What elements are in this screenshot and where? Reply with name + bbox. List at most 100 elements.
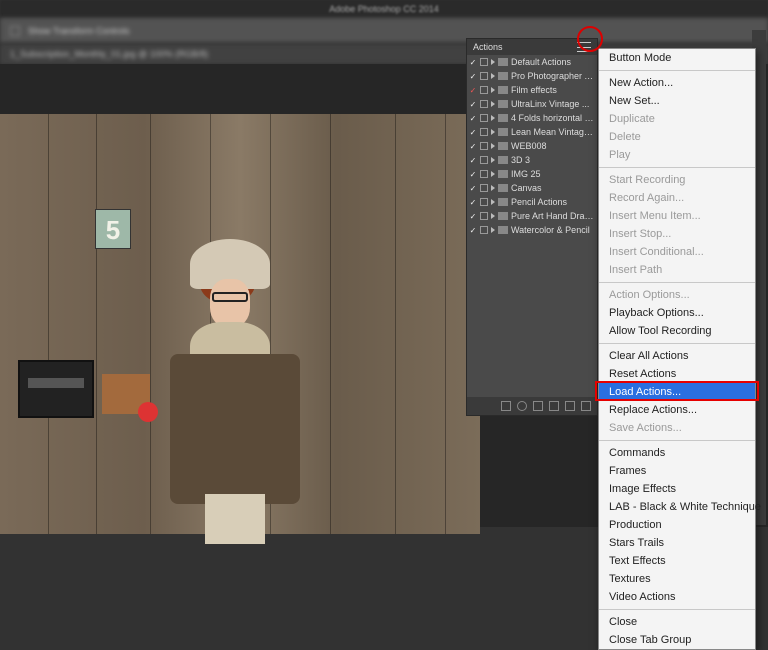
dialog-toggle-icon[interactable] bbox=[480, 142, 488, 150]
app-title-bar: Adobe Photoshop CC 2014 bbox=[0, 0, 768, 18]
dialog-toggle-icon[interactable] bbox=[480, 114, 488, 122]
mailbox-icon bbox=[18, 360, 94, 418]
menu-item-image-effects[interactable]: Image Effects bbox=[599, 480, 755, 498]
action-set-row[interactable]: ✓ Default Actions bbox=[467, 55, 597, 69]
disclosure-triangle-icon[interactable] bbox=[491, 87, 495, 93]
disclosure-triangle-icon[interactable] bbox=[491, 73, 495, 79]
dialog-toggle-icon[interactable] bbox=[480, 72, 488, 80]
disclosure-triangle-icon[interactable] bbox=[491, 101, 495, 107]
dialog-toggle-icon[interactable] bbox=[480, 100, 488, 108]
action-set-row[interactable]: ✓ WEB008 bbox=[467, 139, 597, 153]
menu-item-allow-tool-recording[interactable]: Allow Tool Recording bbox=[599, 322, 755, 340]
dialog-toggle-icon[interactable] bbox=[480, 58, 488, 66]
menu-item-duplicate: Duplicate bbox=[599, 110, 755, 128]
menu-item-action-options: Action Options... bbox=[599, 286, 755, 304]
menu-item-delete: Delete bbox=[599, 128, 755, 146]
check-icon[interactable]: ✓ bbox=[469, 170, 477, 179]
disclosure-triangle-icon[interactable] bbox=[491, 185, 495, 191]
disclosure-triangle-icon[interactable] bbox=[491, 171, 495, 177]
check-icon[interactable]: ✓ bbox=[469, 212, 477, 221]
action-set-row[interactable]: ✓ Lean Mean Vintage ... bbox=[467, 125, 597, 139]
action-set-row[interactable]: ✓ Canvas bbox=[467, 181, 597, 195]
disclosure-triangle-icon[interactable] bbox=[491, 199, 495, 205]
menu-item-lab-black-white-technique[interactable]: LAB - Black & White Technique bbox=[599, 498, 755, 516]
menu-item-stars-trails[interactable]: Stars Trails bbox=[599, 534, 755, 552]
action-set-name: WEB008 bbox=[511, 141, 595, 151]
trash-icon[interactable] bbox=[581, 401, 591, 411]
check-icon[interactable]: ✓ bbox=[469, 156, 477, 165]
folder-icon bbox=[498, 226, 508, 234]
disclosure-triangle-icon[interactable] bbox=[491, 129, 495, 135]
house-number-plate: 5 bbox=[95, 209, 131, 249]
panel-menu-icon[interactable] bbox=[577, 42, 591, 52]
check-icon[interactable]: ✓ bbox=[469, 58, 477, 67]
show-transform-label: Show Transform Controls bbox=[28, 26, 130, 36]
menu-item-commands[interactable]: Commands bbox=[599, 444, 755, 462]
menu-item-clear-all-actions[interactable]: Clear All Actions bbox=[599, 347, 755, 365]
disclosure-triangle-icon[interactable] bbox=[491, 157, 495, 163]
check-icon[interactable]: ✓ bbox=[469, 128, 477, 137]
disclosure-triangle-icon[interactable] bbox=[491, 115, 495, 121]
dialog-toggle-icon[interactable] bbox=[480, 226, 488, 234]
action-set-row[interactable]: ✓ Pro Photographer A... bbox=[467, 69, 597, 83]
menu-item-textures[interactable]: Textures bbox=[599, 570, 755, 588]
action-set-name: Pure Art Hand Draw... bbox=[511, 211, 595, 221]
action-set-row[interactable]: ✓ 4 Folds horizontal v... bbox=[467, 111, 597, 125]
dialog-toggle-icon[interactable] bbox=[480, 184, 488, 192]
check-icon[interactable]: ✓ bbox=[469, 226, 477, 235]
menu-item-button-mode[interactable]: Button Mode bbox=[599, 49, 755, 67]
action-set-row[interactable]: ✓ Pure Art Hand Draw... bbox=[467, 209, 597, 223]
image-canvas[interactable]: 5 bbox=[0, 114, 480, 534]
menu-item-close-tab-group[interactable]: Close Tab Group bbox=[599, 631, 755, 649]
check-icon[interactable]: ✓ bbox=[469, 142, 477, 151]
menu-item-new-set[interactable]: New Set... bbox=[599, 92, 755, 110]
disclosure-triangle-icon[interactable] bbox=[491, 59, 495, 65]
menu-item-reset-actions[interactable]: Reset Actions bbox=[599, 365, 755, 383]
check-icon[interactable]: ✓ bbox=[469, 198, 477, 207]
action-set-row[interactable]: ✓ Watercolor & Pencil bbox=[467, 223, 597, 237]
menu-item-close[interactable]: Close bbox=[599, 613, 755, 631]
menu-item-production[interactable]: Production bbox=[599, 516, 755, 534]
action-set-row[interactable]: ✓ Pencil Actions bbox=[467, 195, 597, 209]
dialog-toggle-icon[interactable] bbox=[480, 198, 488, 206]
dialog-toggle-icon[interactable] bbox=[480, 212, 488, 220]
new-action-icon[interactable] bbox=[565, 401, 575, 411]
folder-icon bbox=[498, 170, 508, 178]
dialog-toggle-icon[interactable] bbox=[480, 170, 488, 178]
menu-item-video-actions[interactable]: Video Actions bbox=[599, 588, 755, 606]
check-icon[interactable]: ✓ bbox=[469, 100, 477, 109]
check-icon[interactable]: ✓ bbox=[469, 114, 477, 123]
disclosure-triangle-icon[interactable] bbox=[491, 227, 495, 233]
actions-list: ✓ Default Actions✓ Pro Photographer A...… bbox=[467, 55, 597, 237]
play-icon[interactable] bbox=[533, 401, 543, 411]
menu-item-frames[interactable]: Frames bbox=[599, 462, 755, 480]
menu-item-new-action[interactable]: New Action... bbox=[599, 74, 755, 92]
check-icon[interactable]: ✓ bbox=[469, 184, 477, 193]
folder-icon bbox=[498, 58, 508, 66]
dialog-toggle-icon[interactable] bbox=[480, 86, 488, 94]
menu-item-playback-options[interactable]: Playback Options... bbox=[599, 304, 755, 322]
actions-panel-title: Actions bbox=[473, 42, 503, 52]
disclosure-triangle-icon[interactable] bbox=[491, 143, 495, 149]
menu-item-load-actions[interactable]: Load Actions... bbox=[599, 383, 755, 401]
actions-panel-footer bbox=[467, 397, 597, 415]
action-set-row[interactable]: ✓ Film effects bbox=[467, 83, 597, 97]
menu-item-insert-menu-item: Insert Menu Item... bbox=[599, 207, 755, 225]
record-icon[interactable] bbox=[517, 401, 527, 411]
new-set-icon[interactable] bbox=[549, 401, 559, 411]
stop-icon[interactable] bbox=[501, 401, 511, 411]
show-transform-checkbox[interactable] bbox=[10, 26, 20, 36]
action-set-row[interactable]: ✓ 3D 3 bbox=[467, 153, 597, 167]
action-set-row[interactable]: ✓ IMG 25 bbox=[467, 167, 597, 181]
action-set-name: IMG 25 bbox=[511, 169, 595, 179]
dialog-toggle-icon[interactable] bbox=[480, 128, 488, 136]
check-icon[interactable]: ✓ bbox=[469, 72, 477, 81]
menu-item-replace-actions[interactable]: Replace Actions... bbox=[599, 401, 755, 419]
action-set-row[interactable]: ✓ UltraLinx Vintage ... bbox=[467, 97, 597, 111]
dialog-toggle-icon[interactable] bbox=[480, 156, 488, 164]
menu-item-text-effects[interactable]: Text Effects bbox=[599, 552, 755, 570]
menu-item-insert-path: Insert Path bbox=[599, 261, 755, 279]
action-set-name: Canvas bbox=[511, 183, 595, 193]
check-icon[interactable]: ✓ bbox=[469, 86, 477, 95]
disclosure-triangle-icon[interactable] bbox=[491, 213, 495, 219]
